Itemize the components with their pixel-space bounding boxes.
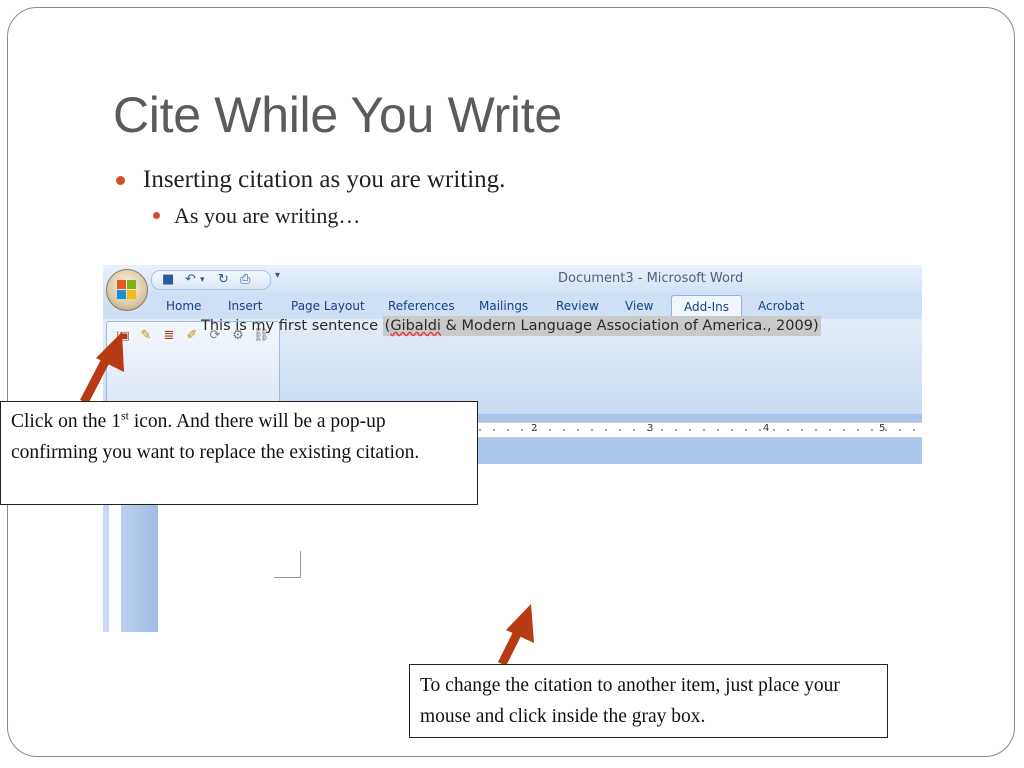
edit-citation-icon[interactable]: ✎ xyxy=(138,328,154,344)
office-logo-icon xyxy=(117,280,137,300)
tab-page-layout[interactable]: Page Layout xyxy=(291,299,365,313)
customize-toolbar-icon[interactable]: ▾ xyxy=(275,270,280,281)
word-titlebar: ■ ↶ ▾ ↻ ⎙ ▾ Document3 - Microsoft Word xyxy=(103,265,922,292)
ruler-number: 3 xyxy=(647,423,654,434)
tab-home[interactable]: Home xyxy=(166,299,201,313)
tab-references[interactable]: References xyxy=(388,299,455,313)
sentence-text: This is my first sentence xyxy=(201,318,379,334)
ruler-number: 2 xyxy=(531,423,538,434)
tab-view[interactable]: View xyxy=(625,299,653,313)
tab-label: Add-Ins xyxy=(684,300,729,314)
tab-acrobat[interactable]: Acrobat xyxy=(758,299,804,313)
ruler-number: 5 xyxy=(879,423,886,434)
quick-access-toolbar: ■ ↶ ▾ ↻ ⎙ xyxy=(151,270,271,290)
tab-review[interactable]: Review xyxy=(556,299,599,313)
callout-first-icon: Click on the 1st icon. And there will be… xyxy=(0,401,478,505)
print-icon[interactable]: ⎙ xyxy=(240,272,250,287)
slide-title: Cite While You Write xyxy=(113,87,562,143)
tab-insert[interactable]: Insert xyxy=(228,299,262,313)
save-icon[interactable]: ■ xyxy=(162,272,174,287)
citation-author: Gibaldi xyxy=(390,318,441,334)
bullet-dot-icon xyxy=(116,176,125,185)
insert-note-icon[interactable]: ✐ xyxy=(184,328,200,344)
bullet-text: Inserting citation as you are writing. xyxy=(143,166,506,193)
window-title: Document3 - Microsoft Word xyxy=(558,271,744,286)
undo-icon[interactable]: ↶ xyxy=(185,272,196,287)
document-sentence[interactable]: This is my first sentence (Gibaldi & Mod… xyxy=(201,316,821,336)
bullet-dot-icon xyxy=(153,212,160,219)
ruler-number: 4 xyxy=(763,423,770,434)
bullet-text: As you are writing… xyxy=(174,203,361,228)
margin-corner-mark xyxy=(274,551,301,578)
format-bibliography-icon[interactable]: ≣ xyxy=(161,328,177,344)
callout-change-citation: To change the citation to another item, … xyxy=(409,664,888,738)
undo-dropdown-icon[interactable]: ▾ xyxy=(200,275,205,285)
citation-field[interactable]: (Gibaldi & Modern Language Association o… xyxy=(382,316,821,336)
insert-citation-icon[interactable]: ⁞▣ xyxy=(115,328,131,344)
office-button[interactable] xyxy=(106,269,148,311)
tab-mailings[interactable]: Mailings xyxy=(479,299,528,313)
redo-icon[interactable]: ↻ xyxy=(218,272,229,287)
